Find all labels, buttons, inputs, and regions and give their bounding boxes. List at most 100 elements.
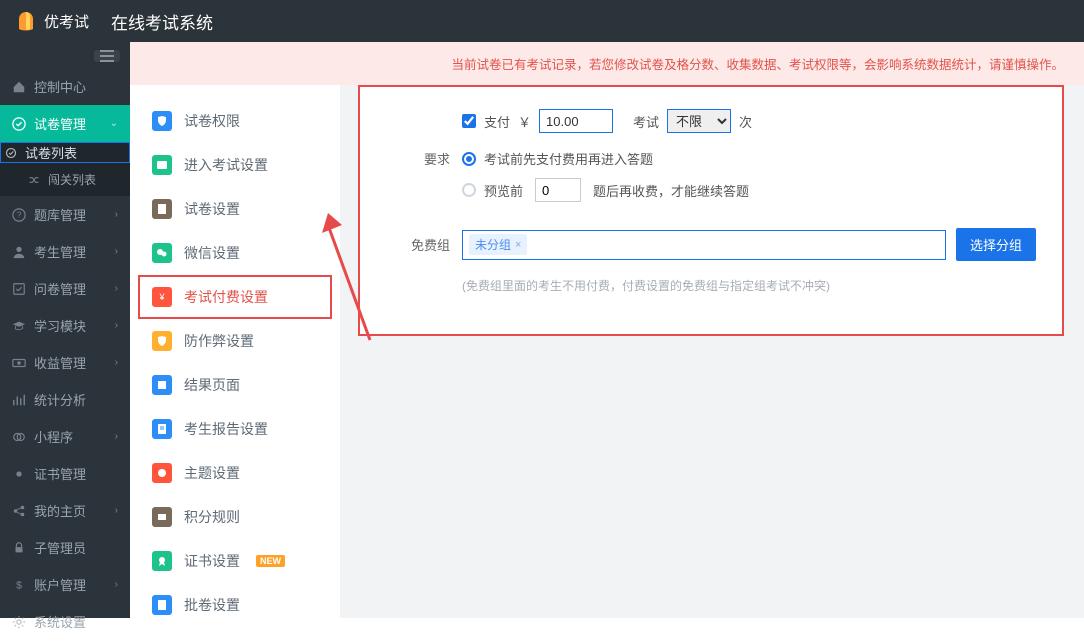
chevron-right-icon: ›: [115, 431, 118, 442]
sidebar-item-cert[interactable]: 证书管理: [0, 455, 130, 492]
snav-anticheat-settings[interactable]: 防作弊设置: [130, 319, 340, 363]
limit-select[interactable]: 不限: [667, 109, 731, 133]
dot-icon: [12, 467, 26, 481]
check-circle-icon: [5, 147, 17, 159]
chevron-right-icon: ›: [115, 357, 118, 368]
snav-theme-settings[interactable]: 主题设置: [130, 451, 340, 495]
snav-report-settings[interactable]: 考生报告设置: [130, 407, 340, 451]
check-circle-icon: [12, 117, 26, 131]
sidebar-label: 控制中心: [34, 77, 86, 96]
currency-label: ￥: [518, 112, 531, 131]
snav-grading-settings[interactable]: 批卷设置: [130, 583, 340, 627]
sidebar-sub-label: 试卷列表: [25, 143, 77, 162]
report-icon: [152, 419, 172, 439]
free-group-input[interactable]: 未分组 ×: [462, 230, 946, 260]
snav-label: 证书设置: [184, 551, 240, 571]
radio-pay-first[interactable]: [462, 152, 476, 166]
sidebar-item-miniapp[interactable]: 小程序 ›: [0, 418, 130, 455]
snav-enter-settings[interactable]: 进入考试设置: [130, 143, 340, 187]
snav-cert-settings[interactable]: 证书设置 NEW: [130, 539, 340, 583]
sidebar-label: 试卷管理: [34, 114, 86, 133]
shuffle-icon: [28, 174, 40, 186]
sidebar-sub-level-list[interactable]: 闯关列表: [0, 163, 130, 196]
sidebar-item-homepage[interactable]: 我的主页 ›: [0, 492, 130, 529]
share-icon: [12, 504, 26, 518]
system-title: 在线考试系统: [111, 9, 213, 34]
sidebar-label: 证书管理: [34, 464, 86, 483]
snav-payment-settings[interactable]: ¥ 考试付费设置: [130, 275, 340, 319]
sidebar-item-exam-manage[interactable]: 试卷管理 ⌄: [0, 105, 130, 142]
logo: 优考试: [14, 9, 89, 33]
pay-label: 支付: [484, 112, 510, 131]
preview-count-input[interactable]: [535, 178, 581, 202]
dollar-icon: $: [12, 578, 26, 592]
free-group-label: 免费组: [386, 235, 450, 254]
sidebar-sub-exam-list[interactable]: 试卷列表: [0, 142, 130, 163]
snav-label: 防作弊设置: [184, 331, 254, 351]
shield-icon: [152, 331, 172, 351]
preview-prefix: 预览前: [484, 181, 523, 200]
sidebar-item-stats[interactable]: 统计分析: [0, 381, 130, 418]
snav-label: 积分规则: [184, 507, 240, 527]
sidebar-item-question-bank[interactable]: ? 题库管理 ›: [0, 196, 130, 233]
sidebar: 控制中心 试卷管理 ⌄ 试卷列表 闯关列表 ? 题库管理 › 考生管理 › 问卷…: [0, 42, 130, 618]
money-icon: [12, 356, 26, 370]
snav-points-rules[interactable]: 积分规则: [130, 495, 340, 539]
gear-icon: [12, 615, 26, 629]
brand-name: 优考试: [44, 11, 89, 32]
amount-input[interactable]: [539, 109, 613, 133]
svg-text:$: $: [16, 579, 22, 591]
home-icon: [12, 80, 26, 94]
sidebar-item-account[interactable]: $ 账户管理 ›: [0, 566, 130, 603]
yen-icon: ¥: [152, 287, 172, 307]
select-group-button[interactable]: 选择分组: [956, 228, 1036, 261]
lock-icon: [12, 541, 26, 555]
sidebar-item-learning[interactable]: 学习模块 ›: [0, 307, 130, 344]
snav-label: 考生报告设置: [184, 419, 268, 439]
remove-tag-icon[interactable]: ×: [515, 239, 521, 251]
sidebar-label: 学习模块: [34, 316, 86, 335]
chevron-right-icon: ›: [115, 246, 118, 257]
theme-icon: [152, 463, 172, 483]
snav-label: 结果页面: [184, 375, 240, 395]
chart-icon: [12, 393, 26, 407]
snav-result-page[interactable]: 结果页面: [130, 363, 340, 407]
radio-preview[interactable]: [462, 183, 476, 197]
svg-text:¥: ¥: [158, 292, 165, 302]
sidebar-toggle-icon[interactable]: [94, 50, 120, 62]
sidebar-label: 账户管理: [34, 575, 86, 594]
require-label: 要求: [386, 149, 450, 168]
sidebar-item-system[interactable]: 系统设置: [0, 603, 130, 640]
settings-nav: 试卷权限 进入考试设置 试卷设置 微信设置 ¥ 考试付费设置 防作弊设置 结果页面…: [130, 85, 340, 641]
new-badge: NEW: [256, 555, 285, 567]
sidebar-item-examinee[interactable]: 考生管理 ›: [0, 233, 130, 270]
sidebar-label: 统计分析: [34, 390, 86, 409]
sidebar-item-revenue[interactable]: 收益管理 ›: [0, 344, 130, 381]
snav-label: 考试付费设置: [184, 287, 268, 307]
sidebar-label: 问卷管理: [34, 279, 86, 298]
sidebar-label: 小程序: [34, 427, 73, 446]
payment-form: 支付 ￥ 考试 不限 次 要求 考试前先: [358, 85, 1064, 336]
sidebar-label: 子管理员: [34, 538, 86, 557]
snav-wechat-settings[interactable]: 微信设置: [130, 231, 340, 275]
sidebar-label: 题库管理: [34, 205, 86, 224]
chevron-right-icon: ›: [115, 579, 118, 590]
snav-exam-permission[interactable]: 试卷权限: [130, 99, 340, 143]
chevron-right-icon: ›: [115, 209, 118, 220]
sidebar-sub-label: 闯关列表: [48, 171, 96, 188]
sidebar-item-subadmin[interactable]: 子管理员: [0, 529, 130, 566]
snav-label: 进入考试设置: [184, 155, 268, 175]
snav-label: 试卷权限: [184, 111, 240, 131]
sidebar-label: 收益管理: [34, 353, 86, 372]
help-icon: ?: [12, 208, 26, 222]
chevron-down-icon: ⌄: [110, 118, 118, 129]
sidebar-item-survey[interactable]: 问卷管理 ›: [0, 270, 130, 307]
snav-paper-settings[interactable]: 试卷设置: [130, 187, 340, 231]
pay-checkbox[interactable]: [462, 114, 476, 128]
wechat-mini-icon: [12, 430, 26, 444]
wechat-icon: [152, 243, 172, 263]
sidebar-item-control[interactable]: 控制中心: [0, 68, 130, 105]
logo-icon: [14, 9, 38, 33]
cert-icon: [152, 551, 172, 571]
points-icon: [152, 507, 172, 527]
